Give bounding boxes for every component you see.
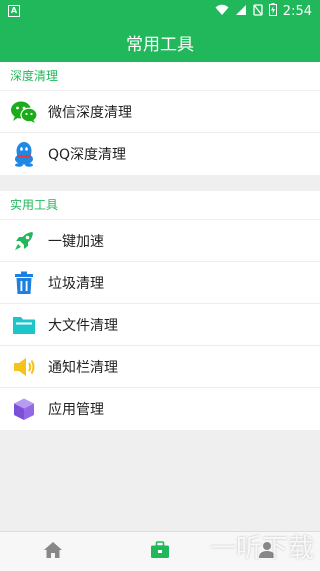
list-item-large-file-clean[interactable]: 大文件清理 xyxy=(0,304,320,346)
list-item-speed-up[interactable]: 一键加速 xyxy=(0,220,320,262)
item-label: 通知栏清理 xyxy=(48,359,118,376)
status-time: 2:54 xyxy=(282,3,312,19)
item-label: 一键加速 xyxy=(48,233,104,250)
item-label: 大文件清理 xyxy=(48,317,118,334)
item-label: 微信深度清理 xyxy=(48,104,132,121)
item-label: 垃圾清理 xyxy=(48,275,104,292)
section-deep-clean: 深度清理 微信深度清理 QQ深度清理 xyxy=(0,62,320,175)
nav-tools-button[interactable] xyxy=(140,534,180,570)
notification-a-icon: A xyxy=(8,5,20,17)
qq-icon xyxy=(10,140,38,168)
page-title: 常用工具 xyxy=(126,34,194,55)
status-bar: A 2:54 xyxy=(0,0,320,22)
list-item-notification-clean[interactable]: 通知栏清理 xyxy=(0,346,320,388)
wifi-icon xyxy=(215,4,229,19)
app-bar: 常用工具 xyxy=(0,22,320,62)
box-icon xyxy=(10,395,38,423)
no-sim-icon xyxy=(253,3,263,19)
section-title: 深度清理 xyxy=(0,62,320,91)
item-label: 应用管理 xyxy=(48,402,104,418)
nav-home-button[interactable] xyxy=(33,534,73,570)
toolbox-icon xyxy=(150,540,170,563)
section-divider xyxy=(0,175,320,191)
wechat-icon xyxy=(10,98,38,126)
list-item-qq-clean[interactable]: QQ深度清理 xyxy=(0,133,320,175)
signal-icon xyxy=(235,4,247,19)
rocket-icon xyxy=(10,227,38,255)
item-label: QQ深度清理 xyxy=(48,147,127,163)
list-item-app-manager[interactable]: 应用管理 xyxy=(0,388,320,430)
folder-icon xyxy=(10,311,38,339)
battery-charging-icon xyxy=(268,3,277,19)
section-title: 实用工具 xyxy=(0,191,320,220)
home-icon xyxy=(43,541,63,563)
trash-icon xyxy=(10,269,38,297)
speaker-icon xyxy=(10,353,38,381)
list-item-junk-clean[interactable]: 垃圾清理 xyxy=(0,262,320,304)
watermark-text: 一听下载 xyxy=(209,534,314,564)
list-item-wechat-clean[interactable]: 微信深度清理 xyxy=(0,91,320,133)
section-utilities: 实用工具 一键加速 垃圾清理 大文件清理 通知栏清理 应用管理 xyxy=(0,191,320,430)
